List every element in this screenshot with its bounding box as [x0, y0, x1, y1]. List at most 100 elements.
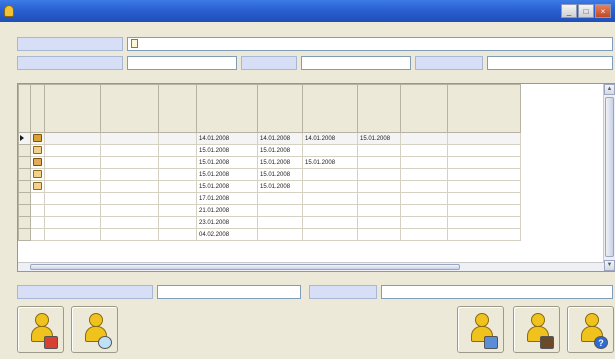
column-task[interactable] — [447, 84, 521, 133]
send-button[interactable] — [457, 306, 504, 353]
table-cell[interactable] — [400, 144, 448, 157]
horizontal-scrollbar[interactable] — [18, 262, 604, 271]
table-cell[interactable]: 15.01.2008 — [257, 156, 303, 169]
table-cell[interactable] — [158, 216, 197, 229]
help-button[interactable]: ? — [567, 306, 614, 353]
column-done-date[interactable] — [357, 84, 401, 133]
table-row[interactable]: 17.01.2008 — [18, 192, 521, 205]
table-row[interactable]: 14.01.2008 14.01.2008 14.01.2008 15.01.2008 — [18, 132, 521, 145]
table-cell[interactable]: 15.01.2008 — [357, 132, 401, 145]
table-cell[interactable] — [357, 204, 401, 217]
table-cell[interactable] — [158, 144, 197, 157]
table-cell[interactable] — [44, 192, 101, 205]
table-cell[interactable]: 23.01.2008 — [196, 216, 258, 229]
table-cell[interactable] — [158, 192, 197, 205]
table-cell[interactable] — [400, 216, 448, 229]
column-term[interactable] — [158, 84, 197, 133]
column-accepted-date[interactable] — [302, 84, 358, 133]
initiator-field[interactable] — [127, 56, 237, 70]
table-cell[interactable] — [44, 204, 101, 217]
table-row[interactable]: 21.01.2008 — [18, 204, 521, 217]
table-cell[interactable] — [158, 180, 197, 193]
table-cell[interactable] — [400, 132, 448, 145]
row-indicator[interactable] — [18, 192, 31, 205]
state-field[interactable] — [487, 56, 613, 70]
table-cell[interactable] — [257, 216, 303, 229]
table-cell[interactable]: 15.01.2008 — [257, 180, 303, 193]
table-cell[interactable]: 15.01.2008 — [302, 156, 358, 169]
table-cell[interactable]: 15.01.2008 — [257, 144, 303, 157]
table-cell[interactable] — [158, 228, 197, 241]
vertical-scrollbar[interactable]: ▲ ▼ — [603, 84, 615, 271]
table-cell[interactable] — [158, 132, 197, 145]
table-row[interactable]: 15.01.2008 15.01.2008 — [18, 180, 521, 193]
horizontal-scroll-thumb[interactable] — [30, 264, 460, 270]
table-cell[interactable] — [44, 144, 101, 157]
row-indicator[interactable] — [18, 180, 31, 193]
table-cell[interactable] — [257, 192, 303, 205]
row-indicator[interactable] — [18, 216, 31, 229]
table-cell[interactable] — [158, 204, 197, 217]
row-indicator[interactable] — [18, 204, 31, 217]
table-cell[interactable] — [302, 192, 358, 205]
row-indicator[interactable] — [18, 144, 31, 157]
table-cell[interactable] — [44, 180, 101, 193]
table-cell[interactable]: 15.01.2008 — [196, 180, 258, 193]
table-row[interactable]: 15.01.2008 15.01.2008 15.01.2008 — [18, 156, 521, 169]
table-cell[interactable] — [158, 168, 197, 181]
table-cell[interactable] — [302, 228, 358, 241]
table-cell[interactable] — [100, 132, 159, 145]
type-field[interactable] — [301, 56, 411, 70]
table-cell[interactable] — [302, 204, 358, 217]
table-cell[interactable] — [257, 228, 303, 241]
table-cell[interactable] — [400, 192, 448, 205]
table-cell[interactable] — [100, 168, 159, 181]
column-conclusion[interactable] — [400, 84, 448, 133]
table-cell[interactable]: 14.01.2008 — [302, 132, 358, 145]
column-control-date[interactable] — [196, 84, 258, 133]
table-row[interactable]: 15.01.2008 15.01.2008 — [18, 168, 521, 181]
table-cell[interactable] — [302, 144, 358, 157]
row-indicator[interactable] — [18, 228, 31, 241]
table-cell[interactable] — [100, 156, 159, 169]
table-cell[interactable] — [100, 180, 159, 193]
table-cell[interactable] — [447, 216, 521, 229]
table-cell[interactable] — [357, 156, 401, 169]
row-indicator[interactable] — [18, 156, 31, 169]
table-cell[interactable] — [100, 204, 159, 217]
process-field[interactable] — [127, 37, 613, 51]
table-cell[interactable] — [158, 156, 197, 169]
table-cell[interactable] — [302, 180, 358, 193]
table-cell[interactable] — [44, 156, 101, 169]
table-cell[interactable] — [357, 228, 401, 241]
table-cell[interactable]: 14.01.2008 — [257, 132, 303, 145]
add-participant-button[interactable] — [17, 306, 64, 353]
table-row[interactable]: 04.02.2008 — [18, 228, 521, 241]
table-cell[interactable] — [447, 132, 521, 145]
row-indicator[interactable] — [18, 168, 31, 181]
find-participant-button[interactable] — [71, 306, 118, 353]
table-cell[interactable] — [400, 156, 448, 169]
table-cell[interactable]: 15.01.2008 — [196, 156, 258, 169]
table-row[interactable]: 15.01.2008 15.01.2008 — [18, 144, 521, 157]
column-position[interactable] — [44, 84, 101, 133]
table-cell[interactable]: 15.01.2008 — [257, 168, 303, 181]
table-cell[interactable] — [357, 168, 401, 181]
minimize-button[interactable]: _ — [561, 4, 577, 18]
table-cell[interactable] — [257, 204, 303, 217]
row-indicator[interactable] — [18, 132, 31, 145]
table-cell[interactable]: 14.01.2008 — [196, 132, 258, 145]
table-cell[interactable] — [44, 228, 101, 241]
table-cell[interactable] — [447, 192, 521, 205]
maximize-button[interactable]: □ — [578, 4, 594, 18]
table-cell[interactable] — [357, 180, 401, 193]
table-cell[interactable] — [44, 168, 101, 181]
table-cell[interactable] — [400, 228, 448, 241]
table-cell[interactable] — [400, 168, 448, 181]
table-cell[interactable] — [100, 228, 159, 241]
table-cell[interactable] — [447, 156, 521, 169]
column-user[interactable] — [100, 84, 159, 133]
close-button[interactable]: × — [595, 4, 611, 18]
scroll-up-arrow-icon[interactable]: ▲ — [604, 84, 615, 95]
table-cell[interactable] — [357, 216, 401, 229]
